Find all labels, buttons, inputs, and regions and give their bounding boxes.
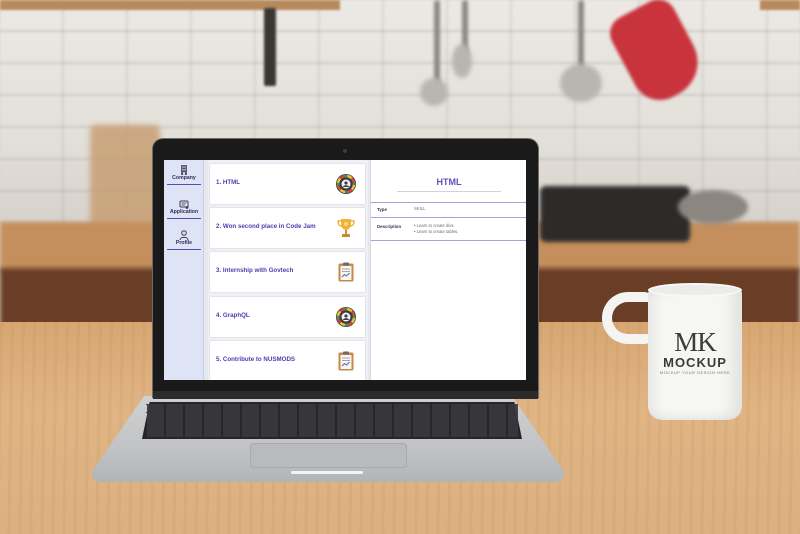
trackpad [250, 443, 407, 468]
pan [678, 190, 748, 224]
sidebar-item-application[interactable]: Application [167, 197, 201, 219]
detail-title: HTML [436, 177, 462, 187]
application-form-icon [167, 197, 201, 209]
stove [540, 186, 690, 242]
sidebar-item-label: Application [169, 209, 199, 215]
list-item-html[interactable]: 1. HTML [210, 164, 365, 204]
front-notch [291, 471, 363, 474]
title-divider [397, 191, 501, 192]
clipboard-icon [335, 261, 357, 283]
spoon-head [452, 44, 472, 78]
ladle-head [420, 78, 448, 106]
clipboard-icon [335, 350, 357, 372]
sidebar-item-company[interactable]: Company [167, 163, 201, 185]
list-item-label: 3. Internship with Govtech [216, 267, 294, 274]
mug-logo: MK MOCKUP MOCKUP YOUR DESIGN HERE [648, 328, 742, 376]
description-line: • Learn to create tables. [414, 229, 459, 234]
hanging-strainer [578, 0, 584, 70]
list-item-label: 2. Won second place in Code Jam [216, 223, 316, 230]
type-label: Type [377, 207, 387, 212]
sidebar-item-label: Profile [175, 240, 193, 246]
laptop-screen: Company Application Profile 1. HTML 2. W… [164, 160, 526, 380]
badge-icon [335, 306, 357, 328]
type-value: SKILL [414, 206, 426, 211]
list-item-internship[interactable]: 3. Internship with Govtech [210, 252, 365, 292]
wicker-basket [90, 125, 160, 230]
mug-rim [648, 283, 742, 297]
badge-icon [335, 173, 357, 195]
hanging-ladle [434, 0, 440, 86]
sidebar-item-profile[interactable]: Profile [167, 228, 201, 250]
building-icon [167, 163, 201, 175]
wooden-shelf [0, 0, 340, 10]
achievement-list: 1. HTML 2. Won second place in Code Jam … [208, 160, 368, 380]
row-divider [371, 202, 526, 203]
list-item-label: 4. GraphQL [216, 312, 250, 319]
detail-panel: HTML Type SKILL Description • Learn to c… [370, 160, 526, 380]
list-item-nusmods[interactable]: 5. Contribute to NUSMODS [210, 341, 365, 380]
webcam [343, 149, 347, 153]
wooden-shelf-right [760, 0, 800, 10]
list-item-label: 5. Contribute to NUSMODS [216, 356, 296, 363]
laptop-hinge [153, 391, 538, 399]
shelf-bracket [264, 8, 276, 86]
row-divider [371, 240, 526, 241]
sidebar-item-label: Company [172, 175, 196, 181]
mug-handle [602, 292, 654, 344]
row-divider [371, 217, 526, 218]
keyboard-keys [146, 404, 518, 437]
trophy-icon [335, 217, 357, 239]
sidebar: Company Application Profile [164, 160, 204, 380]
mug-tagline: MOCKUP YOUR DESIGN HERE [659, 370, 731, 375]
list-item-code-jam[interactable]: 2. Won second place in Code Jam [210, 208, 365, 248]
description-line: • Learn to create divs. [414, 223, 455, 228]
person-icon [167, 228, 201, 241]
list-item-graphql[interactable]: 4. GraphQL [210, 297, 365, 337]
mug-monogram: MK [674, 327, 717, 357]
strainer-head [560, 64, 602, 102]
description-label: Description [377, 224, 402, 229]
list-item-label: 1. HTML [216, 179, 241, 186]
mug-word: MOCKUP [663, 355, 727, 370]
